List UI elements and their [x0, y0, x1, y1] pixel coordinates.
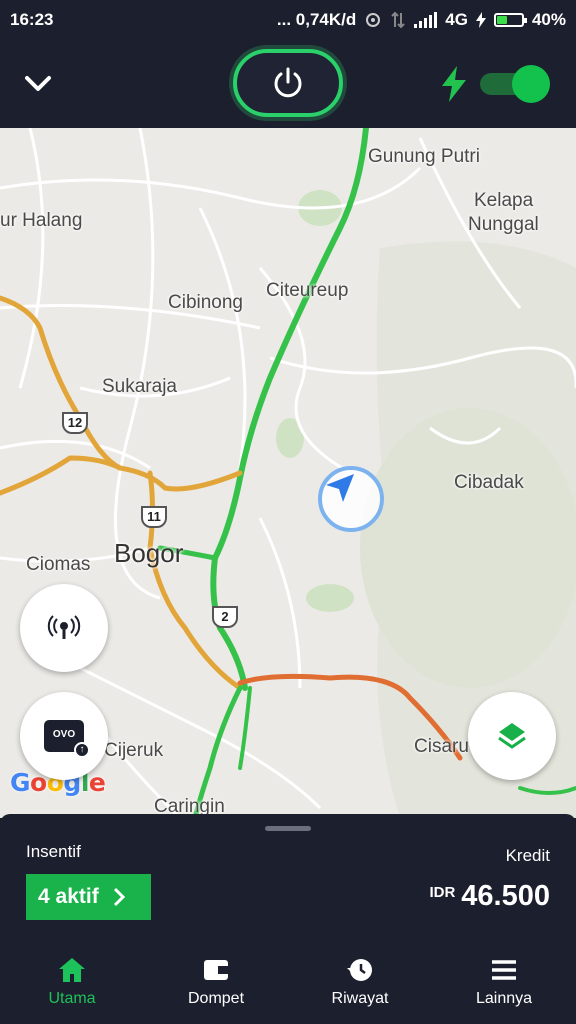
- nav-label: Riwayat: [331, 990, 389, 1007]
- bottom-navigation: Utama Dompet Riwayat Lainnya: [0, 936, 576, 1024]
- app-header: [0, 40, 576, 128]
- earnings-sheet[interactable]: Insentif 4 aktif Kredit IDR 46.500: [0, 814, 576, 934]
- place-label: Nunggal: [468, 214, 539, 235]
- place-label: Gunung Putri: [368, 146, 480, 167]
- credit-amount: 46.500: [461, 880, 550, 912]
- nav-label: Dompet: [187, 990, 245, 1007]
- credit-balance: IDR 46.500: [429, 880, 550, 913]
- map-layers-button[interactable]: [468, 692, 556, 780]
- data-transfer-icon: [391, 11, 405, 29]
- battery-percent: 40%: [531, 10, 566, 29]
- incentive-label: Insentif: [26, 842, 81, 861]
- arrow-up-icon: ↑: [74, 742, 90, 758]
- ovo-topup-button[interactable]: OVO ↑: [20, 692, 108, 780]
- power-button[interactable]: [233, 49, 343, 117]
- chevron-down-icon: [25, 76, 51, 91]
- broadcast-icon: [47, 615, 81, 639]
- drag-handle[interactable]: [265, 826, 311, 831]
- home-icon: [59, 958, 85, 982]
- navigation-arrow-icon: [326, 474, 354, 502]
- status-indicators: ... 0,74K/d 4G 40%: [277, 10, 566, 30]
- route-shield: 12: [62, 412, 88, 434]
- place-label: ur Halang: [0, 210, 83, 231]
- chevron-right-icon: [113, 887, 125, 907]
- nav-item-utama[interactable]: Utama: [0, 936, 144, 1024]
- bolt-icon: [442, 66, 466, 102]
- nav-item-lainnya[interactable]: Lainnya: [432, 936, 576, 1024]
- power-icon: [274, 67, 302, 98]
- ovo-label: OVO: [52, 729, 76, 740]
- nav-label: Lainnya: [475, 990, 533, 1007]
- status-bar: 16:23 ... 0,74K/d 4G 40%: [0, 0, 576, 40]
- signal-icon: [414, 12, 438, 28]
- current-location-marker: [318, 466, 384, 532]
- online-toggle[interactable]: [480, 65, 550, 103]
- incentive-button[interactable]: 4 aktif: [26, 874, 151, 920]
- menu-icon: [492, 960, 516, 980]
- place-label: Sukaraja: [102, 376, 177, 397]
- route-shield: 11: [141, 506, 167, 528]
- layers-icon: [498, 723, 526, 749]
- place-label: Cisaru: [414, 736, 469, 757]
- battery-icon: [493, 13, 527, 27]
- currency: IDR: [429, 884, 456, 901]
- history-icon: [347, 959, 372, 981]
- nav-item-dompet[interactable]: Dompet: [144, 936, 288, 1024]
- network-speed: ... 0,74K/d: [276, 10, 357, 29]
- wallet-icon: [204, 960, 228, 980]
- place-label-city: Bogor: [114, 538, 184, 568]
- sync-icon: [366, 13, 381, 27]
- incentive-button-label: 4 aktif: [38, 885, 99, 908]
- place-label: Kelapa: [474, 190, 534, 211]
- place-label: Cibinong: [168, 292, 243, 313]
- place-label: Cibadak: [454, 472, 524, 493]
- driver-app-screen: 16:23 ... 0,74K/d 4G 40% Gunung Putri Ke…: [0, 0, 576, 1024]
- nav-label: Utama: [48, 990, 96, 1007]
- nav-item-riwayat[interactable]: Riwayat: [288, 936, 432, 1024]
- charging-icon: [475, 12, 486, 28]
- status-time: 16:23: [10, 10, 54, 29]
- place-label: Ciomas: [26, 554, 91, 575]
- place-label: Citeureup: [266, 280, 349, 301]
- network-type: 4G: [445, 10, 468, 29]
- route-shield: 2: [212, 606, 238, 628]
- toggle-knob: [512, 65, 550, 103]
- place-label: Cijeruk: [104, 740, 164, 761]
- broadcast-button[interactable]: [20, 584, 108, 672]
- collapse-button[interactable]: [18, 64, 58, 104]
- ovo-card-icon: OVO ↑: [44, 720, 90, 758]
- credit-label: Kredit: [505, 846, 550, 865]
